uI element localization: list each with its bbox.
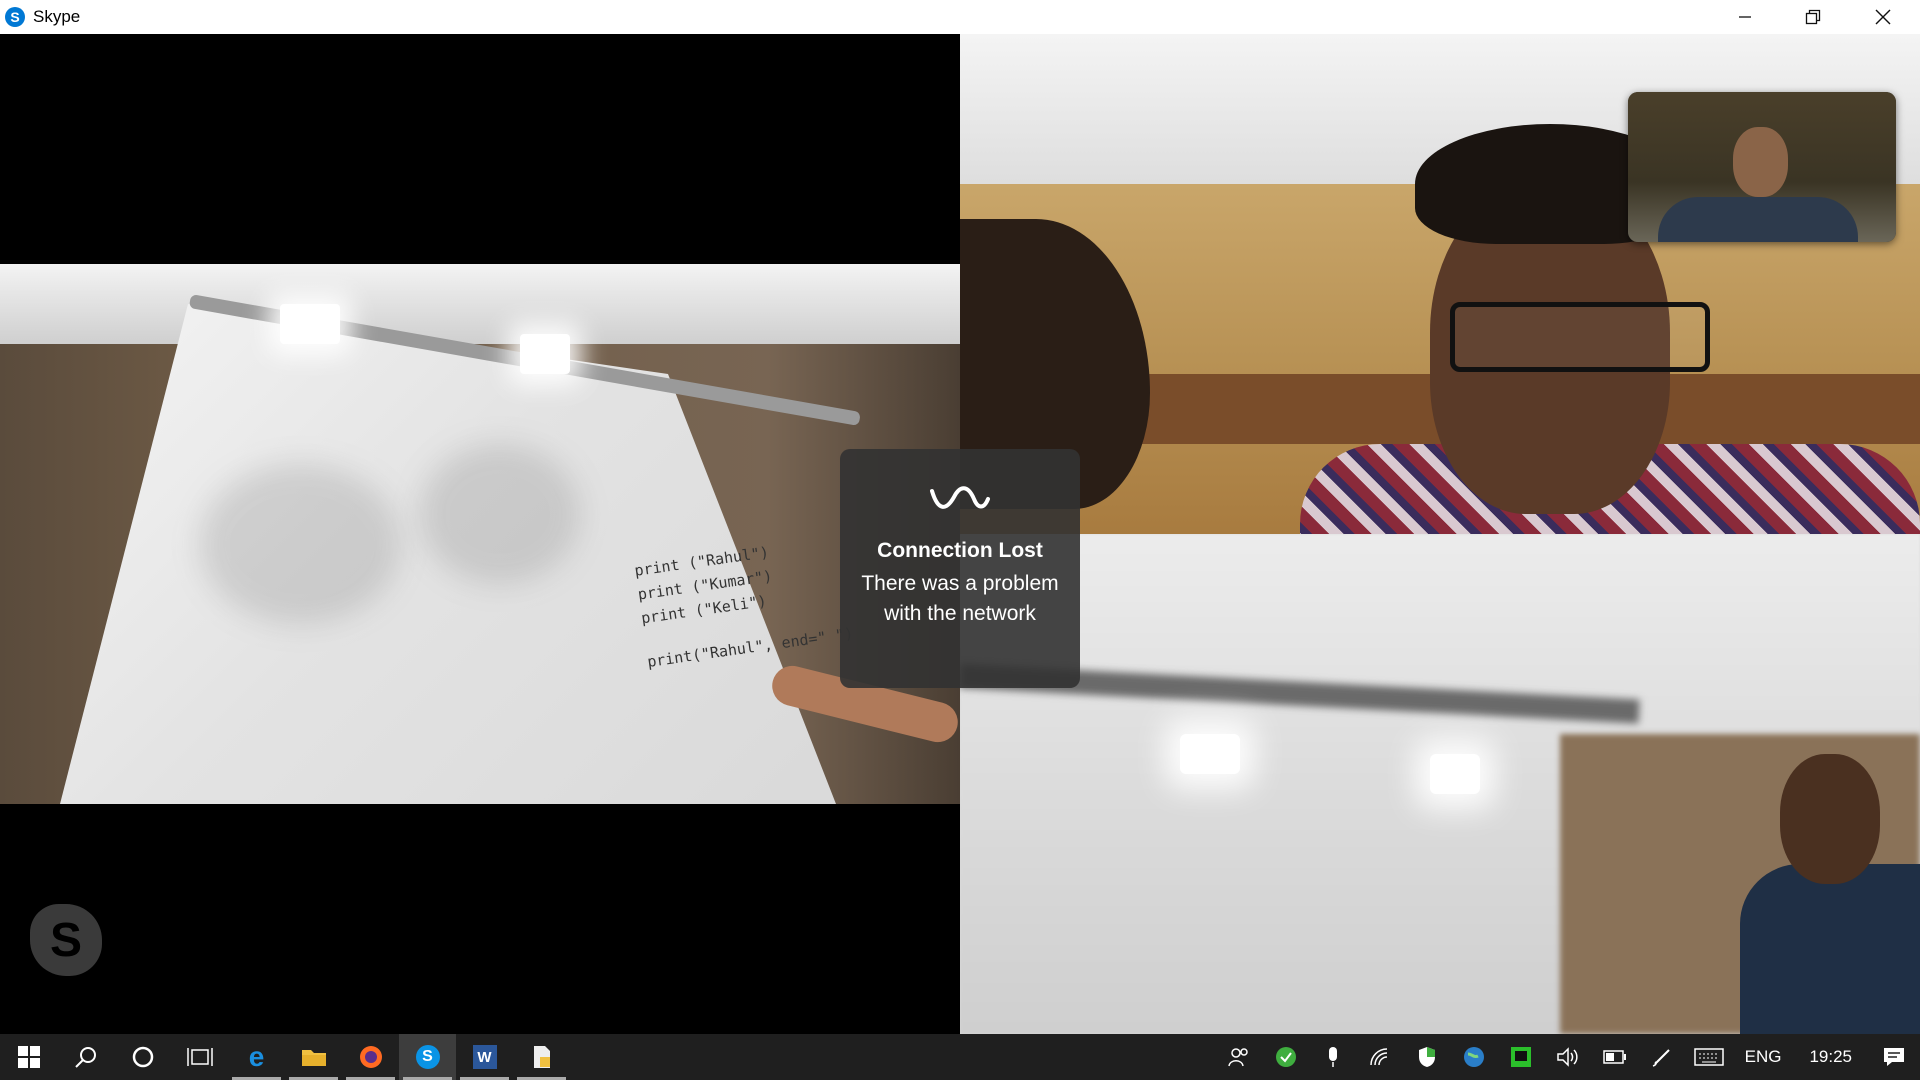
- tray-monitor[interactable]: [1498, 1034, 1545, 1080]
- microphone-icon: [1329, 1047, 1338, 1067]
- defender-shield-icon: [1419, 1047, 1436, 1067]
- restore-icon: [1805, 9, 1821, 25]
- notification-icon: [1884, 1048, 1904, 1066]
- system-tray: ENG 19:25: [1216, 1034, 1920, 1080]
- self-view-video[interactable]: [1628, 92, 1896, 242]
- taskbar-document[interactable]: [513, 1034, 570, 1080]
- start-button[interactable]: [0, 1034, 57, 1080]
- document-icon: [533, 1046, 550, 1068]
- toast-title: Connection Lost: [877, 539, 1043, 562]
- skype-watermark-icon: S: [30, 904, 102, 976]
- title-bar: S Skype: [0, 0, 1920, 34]
- pen-icon: [1652, 1049, 1670, 1067]
- tray-network[interactable]: [1357, 1034, 1404, 1080]
- clock[interactable]: 19:25: [1793, 1034, 1868, 1080]
- wifi-icon: [1370, 1048, 1388, 1066]
- firefox-icon: [359, 1046, 382, 1068]
- cortana-icon: [132, 1046, 153, 1068]
- monitor-icon: [1511, 1047, 1532, 1067]
- globe-icon: [1464, 1047, 1485, 1067]
- tray-globe[interactable]: [1451, 1034, 1498, 1080]
- people-icon: [1228, 1048, 1248, 1067]
- participant-bottom: [1740, 754, 1920, 1034]
- battery-icon: [1603, 1050, 1627, 1064]
- whiteboard-scene: print ("Rahul") print ("Kumar") print ("…: [0, 264, 960, 804]
- windows-start-icon: [17, 1046, 40, 1068]
- task-view-icon: [186, 1048, 213, 1066]
- taskbar-word[interactable]: W: [456, 1034, 513, 1080]
- folder-icon: [301, 1050, 326, 1066]
- minimize-button[interactable]: [1710, 0, 1780, 34]
- toast-message: There was a problem with the network: [861, 572, 1059, 625]
- word-icon: W: [472, 1045, 497, 1069]
- tray-defender[interactable]: [1404, 1034, 1451, 1080]
- action-center-button[interactable]: [1868, 1034, 1920, 1080]
- tray-keyboard[interactable]: [1686, 1034, 1733, 1080]
- taskbar-file-explorer[interactable]: [285, 1034, 342, 1080]
- language-indicator[interactable]: ENG: [1733, 1034, 1794, 1080]
- minimize-icon: [1739, 16, 1751, 18]
- tray-pen[interactable]: [1639, 1034, 1686, 1080]
- connection-wave-icon: [840, 479, 1080, 519]
- keyboard-icon: [1694, 1048, 1724, 1066]
- search-button[interactable]: [57, 1034, 114, 1080]
- window-title: Skype: [33, 7, 81, 26]
- cortana-button[interactable]: [114, 1034, 171, 1080]
- tray-security[interactable]: [1263, 1034, 1310, 1080]
- video-feed-whiteboard[interactable]: print ("Rahul") print ("Kumar") print ("…: [0, 34, 960, 1034]
- close-button[interactable]: [1848, 0, 1918, 34]
- restore-button[interactable]: [1778, 0, 1848, 34]
- task-view-button[interactable]: [171, 1034, 228, 1080]
- taskbar-firefox[interactable]: [342, 1034, 399, 1080]
- video-feed-participant-bottom[interactable]: [960, 534, 1920, 1034]
- taskbar-skype[interactable]: S: [399, 1034, 456, 1080]
- close-icon: [1875, 9, 1891, 25]
- tray-microphone[interactable]: [1310, 1034, 1357, 1080]
- taskbar: e S W ENG 19:25: [0, 1034, 1920, 1080]
- volume-icon: [1557, 1047, 1578, 1067]
- tray-volume[interactable]: [1545, 1034, 1592, 1080]
- search-icon: [74, 1047, 96, 1068]
- taskbar-edge[interactable]: e: [228, 1034, 285, 1080]
- tray-battery[interactable]: [1592, 1034, 1639, 1080]
- skype-icon: S: [415, 1045, 440, 1069]
- connection-lost-toast: Connection Lost There was a problem with…: [840, 449, 1080, 688]
- skype-app-icon: S: [5, 7, 25, 27]
- call-stage: print ("Rahul") print ("Kumar") print ("…: [0, 34, 1920, 1034]
- check-shield-icon: [1276, 1047, 1297, 1067]
- tray-people[interactable]: [1216, 1034, 1263, 1080]
- edge-icon: e: [248, 1041, 265, 1072]
